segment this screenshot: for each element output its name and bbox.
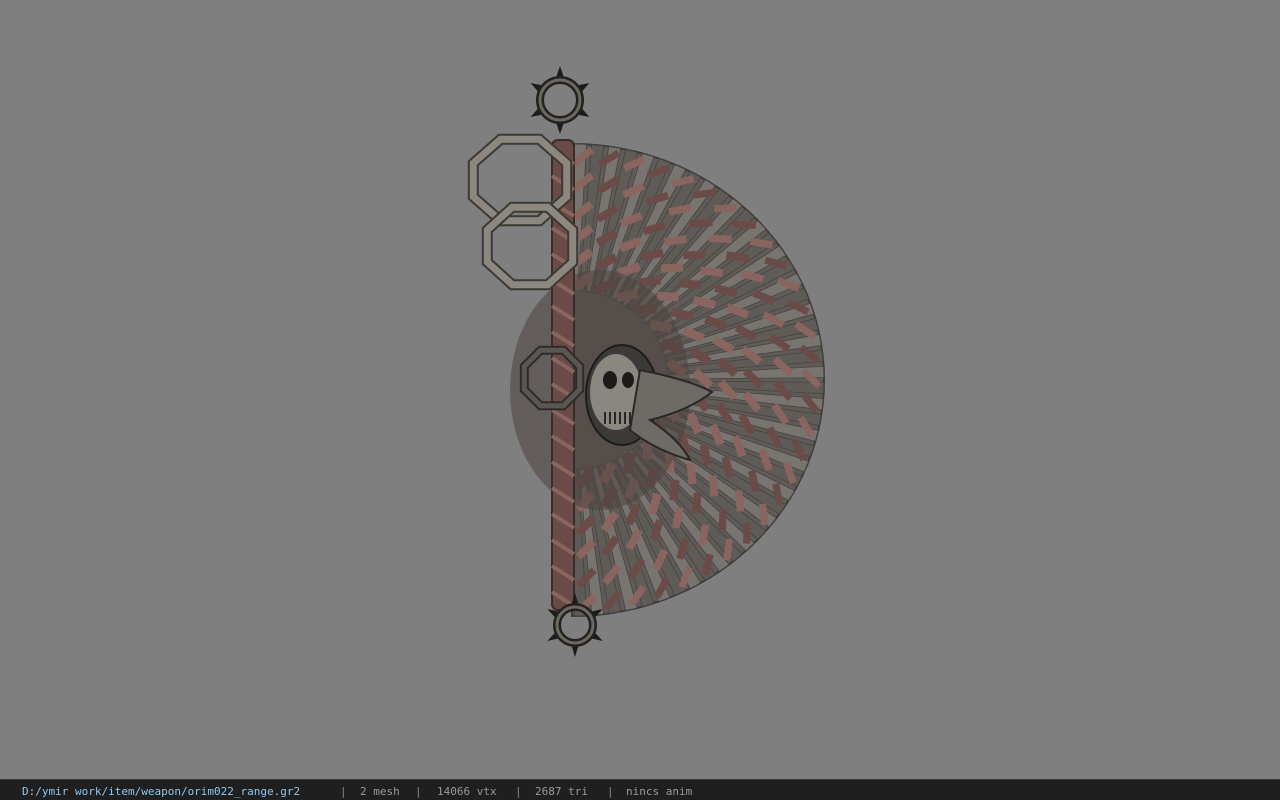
vertex-count-label: 14066 vtx bbox=[437, 785, 497, 798]
woven-strap bbox=[725, 251, 750, 262]
woven-strap bbox=[692, 492, 702, 514]
woven-strap bbox=[714, 284, 738, 298]
status-bar: D:/ymir work/item/weapon/orim022_range.g… bbox=[0, 779, 1280, 800]
woven-strap bbox=[749, 237, 774, 249]
woven-strap bbox=[617, 262, 641, 278]
woven-strap bbox=[648, 492, 662, 515]
woven-strap bbox=[721, 455, 734, 478]
status-separator: | bbox=[515, 785, 522, 798]
woven-strap bbox=[718, 508, 727, 530]
woven-strap bbox=[708, 475, 719, 497]
woven-strap bbox=[733, 220, 757, 230]
top-spiked-ring bbox=[538, 78, 582, 122]
woven-strap bbox=[700, 266, 724, 277]
woven-strap bbox=[669, 479, 680, 501]
status-separator: | bbox=[340, 785, 347, 798]
status-separator: | bbox=[415, 785, 422, 798]
skull-eye bbox=[622, 372, 634, 388]
woven-strap bbox=[747, 470, 760, 493]
woven-strap bbox=[692, 295, 716, 310]
woven-strap bbox=[693, 188, 717, 199]
status-separator: | bbox=[607, 785, 614, 798]
woven-strap bbox=[670, 307, 695, 322]
woven-strap bbox=[734, 490, 745, 512]
woven-strap bbox=[699, 444, 713, 467]
woven-strap bbox=[663, 235, 687, 246]
woven-strap bbox=[686, 463, 697, 485]
woven-strap bbox=[698, 523, 710, 547]
woven-strap bbox=[656, 291, 679, 302]
woven-strap bbox=[723, 538, 734, 561]
skull-eye bbox=[603, 371, 617, 389]
weapon-model-render bbox=[467, 66, 826, 657]
woven-strap bbox=[638, 275, 662, 288]
woven-strap bbox=[678, 279, 701, 290]
woven-strap bbox=[709, 234, 732, 243]
triangle-count-label: 2687 tri bbox=[535, 785, 588, 798]
woven-strap bbox=[640, 248, 664, 261]
woven-strap bbox=[689, 218, 713, 228]
woven-strap bbox=[772, 483, 784, 506]
woven-strap bbox=[758, 503, 768, 526]
animation-status-label: nincs anim bbox=[626, 785, 693, 798]
woven-strap bbox=[671, 506, 684, 529]
woven-strap bbox=[714, 204, 738, 213]
mesh-count-label: 2 mesh bbox=[360, 785, 400, 798]
woven-strap bbox=[661, 263, 684, 273]
model-viewer-window: D:/ymir work/item/weapon/orim022_range.g… bbox=[0, 0, 1280, 800]
file-path-label: D:/ymir work/item/weapon/orim022_range.g… bbox=[22, 785, 301, 798]
3d-viewport[interactable] bbox=[0, 0, 1280, 779]
woven-strap bbox=[668, 203, 692, 216]
